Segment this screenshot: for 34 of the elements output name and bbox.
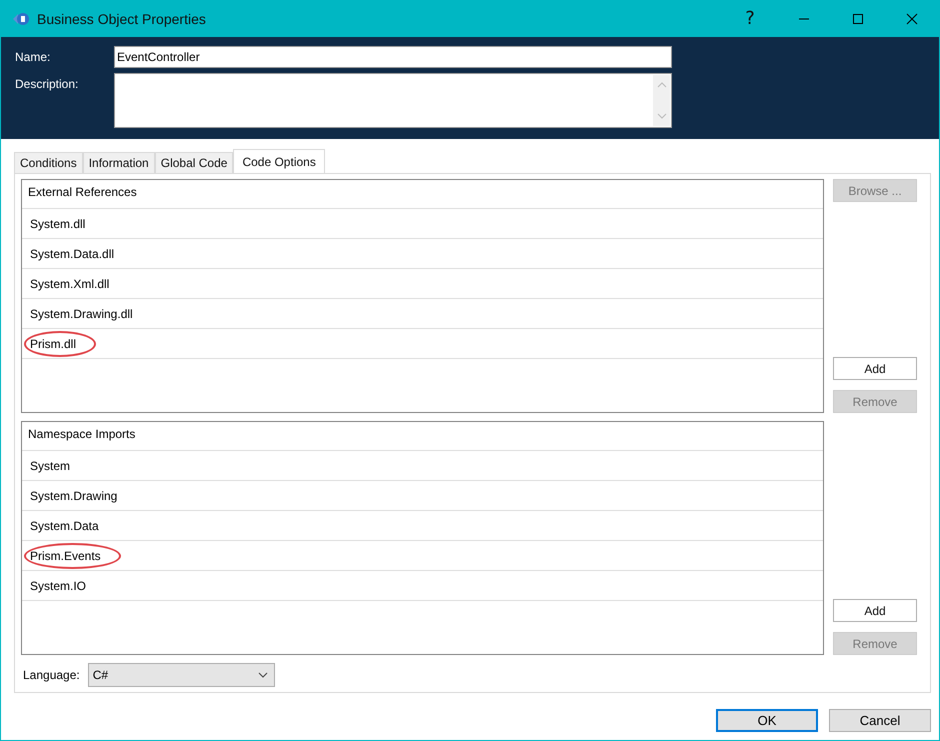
window-title: Business Object Properties (37, 10, 206, 26)
list-item[interactable]: System.IO (22, 571, 823, 601)
list-item[interactable]: System.Drawing.dll (22, 299, 823, 329)
name-field[interactable]: EventController (114, 46, 672, 68)
side-button[interactable]: Add (833, 599, 917, 622)
description-field[interactable] (114, 73, 672, 128)
help-button[interactable]: ? (723, 0, 777, 37)
language-dropdown[interactable]: C# (88, 663, 275, 687)
caret-icon (258, 672, 268, 678)
list-item[interactable]: System.Data (22, 511, 823, 541)
tab[interactable]: Global Code (154, 152, 234, 173)
list-item[interactable]: System.Data.dll (22, 239, 823, 269)
dialog-button[interactable]: OK (716, 709, 818, 732)
list-item[interactable]: Prism.Events (22, 541, 823, 571)
list-item[interactable]: System.Xml.dll (22, 269, 823, 299)
description-label: Description: (15, 76, 80, 91)
app-icon (13, 12, 29, 26)
scroll-up-icon[interactable] (656, 81, 666, 89)
language-label: Language: (23, 668, 80, 682)
scroll-down-icon[interactable] (656, 112, 666, 120)
dialog-button[interactable]: Cancel (829, 709, 931, 732)
side-button[interactable]: Add (833, 357, 917, 380)
list-item[interactable]: System.Drawing (22, 481, 823, 511)
tab[interactable]: Conditions (14, 152, 83, 173)
list-item[interactable]: System.dll (22, 209, 823, 239)
tab[interactable]: Code Options (233, 149, 325, 173)
close-icon (906, 12, 918, 24)
list-header: Namespace Imports (22, 422, 823, 451)
name-label: Name: (15, 49, 52, 64)
list-item[interactable]: System (22, 451, 823, 481)
tab[interactable]: Information (82, 152, 155, 173)
list-header: External References (22, 180, 823, 209)
maximize-icon (852, 12, 864, 24)
list-item[interactable]: Prism.dll (22, 329, 823, 359)
